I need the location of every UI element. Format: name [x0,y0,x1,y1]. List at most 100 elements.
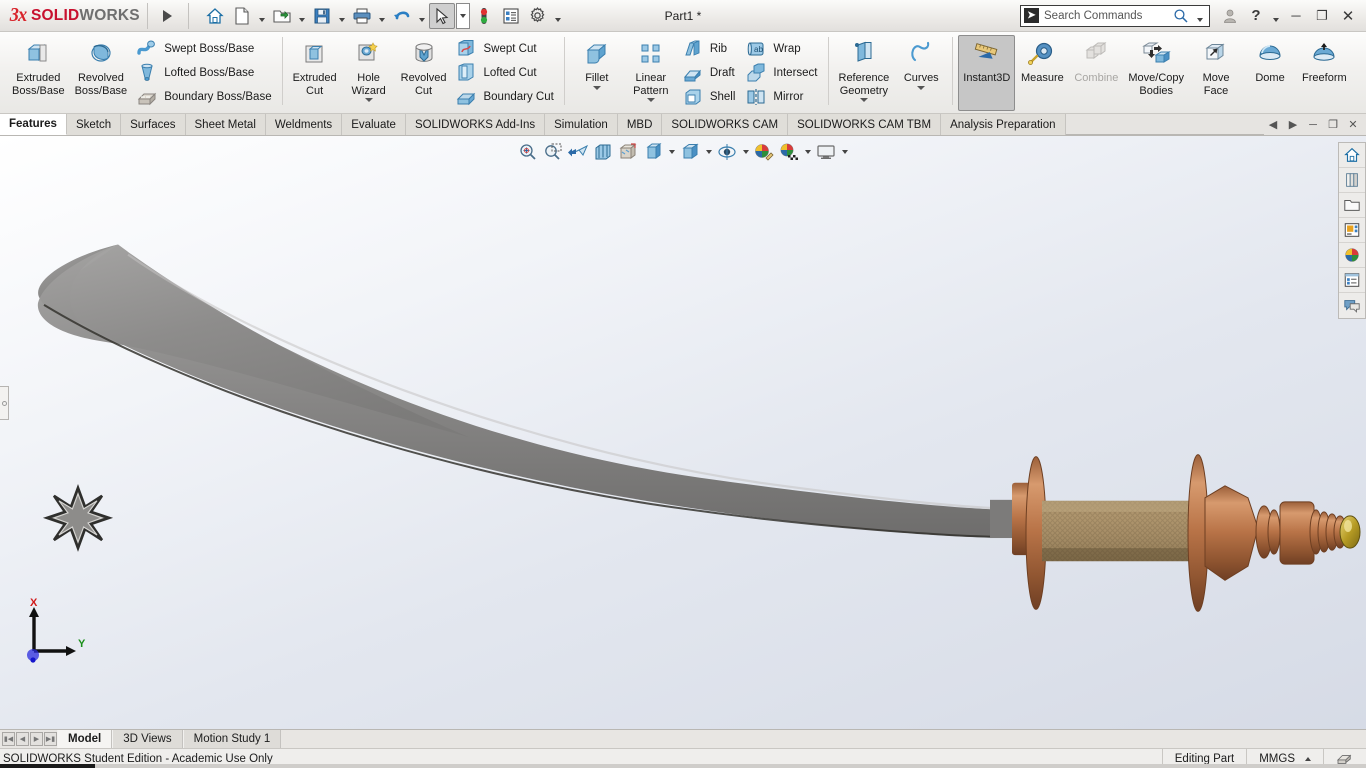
hole-wizard-dropdown[interactable] [347,98,391,102]
tab-sketch[interactable]: Sketch [66,114,122,135]
tab-solidworks-add-ins[interactable]: SOLIDWORKS Add-Ins [405,114,546,135]
extruded-cut-button[interactable]: Extruded Cut [288,35,342,100]
bottom-tab-model[interactable]: Model [57,730,113,748]
combine-button[interactable]: Combine [1069,35,1123,88]
move-face-button[interactable]: Move Face [1189,35,1243,100]
gear-icon[interactable] [525,3,551,29]
tab-surfaces[interactable]: Surfaces [121,114,186,135]
tab-solidworks-cam[interactable]: SOLIDWORKS CAM [662,114,789,135]
measure-button[interactable]: Measure [1015,35,1069,88]
scene-dropdown[interactable] [802,140,813,164]
view-palette-icon[interactable] [1339,218,1365,243]
next-tab-button[interactable]: ▶ [30,732,43,746]
bottom-tab-motion-study[interactable]: Motion Study 1 [182,730,282,748]
reference-geometry-button[interactable]: Reference Geometry [834,35,895,105]
freeform-button[interactable]: Freeform [1297,35,1352,88]
close-button[interactable]: ✕ [1336,4,1360,28]
zoom-to-fit-icon[interactable] [516,140,540,164]
undo-icon[interactable] [389,3,415,29]
previous-view-icon[interactable] [566,140,590,164]
revolved-cut-button[interactable]: Revolved Cut [396,35,452,100]
restore-button[interactable]: ❐ [1310,4,1334,28]
tab-evaluate[interactable]: Evaluate [342,114,406,135]
file-explorer-icon[interactable] [1339,193,1365,218]
new-document-icon[interactable] [229,3,255,29]
lofted-cut-button[interactable]: Lofted Cut [451,62,559,84]
intersect-button[interactable]: Intersect [741,62,823,84]
search-commands-box[interactable]: ➤ Search Commands [1020,3,1210,29]
bottom-tab-3d-views[interactable]: 3D Views [112,730,183,748]
hide-show-dropdown[interactable] [703,140,714,164]
view-orientation-icon[interactable] [616,140,640,164]
solidworks-logo[interactable]: 3x SOLIDWORKS [0,2,140,30]
forum-icon[interactable] [1339,293,1365,318]
open-folder-icon[interactable] [269,3,295,29]
select-cursor-icon[interactable] [428,2,455,29]
move-copy-bodies-button[interactable]: Move/Copy Bodies [1123,35,1189,100]
options-dropdown[interactable] [552,3,564,29]
home-icon[interactable] [202,3,228,29]
mirror-button[interactable]: Mirror [741,86,823,108]
menu-expand-button[interactable] [155,3,181,29]
display-style-dropdown[interactable] [666,140,677,164]
tab-solidworks-cam-tbm[interactable]: SOLIDWORKS CAM TBM [788,114,942,135]
print-icon[interactable] [349,3,375,29]
tab-analysis-preparation[interactable]: Analysis Preparation [941,114,1066,135]
save-icon[interactable] [309,3,335,29]
custom-properties-icon[interactable] [1339,268,1365,293]
document-close-button[interactable]: ✕ [1344,116,1362,134]
dome-button[interactable]: Dome [1243,35,1297,88]
undo-dropdown[interactable] [416,3,428,29]
tab-mbd[interactable]: MBD [617,114,663,135]
last-tab-button[interactable]: ▶▮ [44,732,57,746]
help-icon[interactable]: ? [1244,4,1268,28]
display-style-icon[interactable] [678,140,702,164]
lofted-boss-base-button[interactable]: Lofted Boss/Base [132,62,277,84]
boundary-cut-button[interactable]: Boundary Cut [451,86,559,108]
fillet-dropdown[interactable] [575,85,619,90]
design-library-icon[interactable] [1339,168,1365,193]
shell-button[interactable]: Shell [678,86,742,108]
select-dropdown[interactable] [455,2,470,29]
apply-scene-icon[interactable] [777,140,801,164]
hide-show-items-icon[interactable] [715,140,739,164]
edit-appearance-toolbar-icon[interactable] [641,140,665,164]
search-input[interactable]: Search Commands [1044,10,1168,22]
help-dropdown[interactable] [1270,3,1282,29]
tab-features[interactable]: Features [0,114,67,135]
document-minimize-button[interactable]: ─ [1304,116,1322,134]
units-dropdown-caret[interactable] [1305,756,1311,761]
curves-dropdown[interactable] [899,85,943,90]
solidworks-resources-icon[interactable] [1339,143,1365,168]
zoom-to-area-icon[interactable] [541,140,565,164]
new-document-dropdown[interactable] [256,3,268,29]
draft-button[interactable]: Draft [678,62,742,84]
minimize-button[interactable]: ─ [1284,4,1308,28]
document-restore-button[interactable]: ❐ [1324,116,1342,134]
tab-sheet-metal[interactable]: Sheet Metal [185,114,266,135]
view-settings-dropdown[interactable] [839,140,850,164]
first-tab-button[interactable]: ▮◀ [2,732,15,746]
curves-button[interactable]: Curves [894,35,948,93]
graphics-area[interactable]: X Y [0,136,1366,729]
rib-button[interactable]: Rib [678,38,742,60]
linear-pattern-dropdown[interactable] [629,98,673,102]
swept-cut-button[interactable]: Swept Cut [451,38,559,60]
appearance-dropdown[interactable] [740,140,751,164]
search-dropdown[interactable] [1194,3,1206,29]
tab-weldments[interactable]: Weldments [265,114,343,135]
rebuild-icon[interactable] [471,3,497,29]
next-document-button[interactable]: ▶ [1284,116,1302,134]
edit-appearance-icon[interactable] [752,140,776,164]
view-settings-icon[interactable] [814,140,838,164]
extruded-boss-base-button[interactable]: Extruded Boss/Base [7,35,70,100]
section-view-icon[interactable] [591,140,615,164]
fillet-button[interactable]: Fillet [570,35,624,93]
tab-simulation[interactable]: Simulation [545,114,618,135]
appearances-scenes-icon[interactable] [1339,243,1365,268]
reference-geometry-dropdown[interactable] [839,98,890,102]
boundary-boss-base-button[interactable]: Boundary Boss/Base [132,86,277,108]
print-dropdown[interactable] [376,3,388,29]
swept-boss-base-button[interactable]: Swept Boss/Base [132,38,277,60]
previous-document-button[interactable]: ◀ [1264,116,1282,134]
